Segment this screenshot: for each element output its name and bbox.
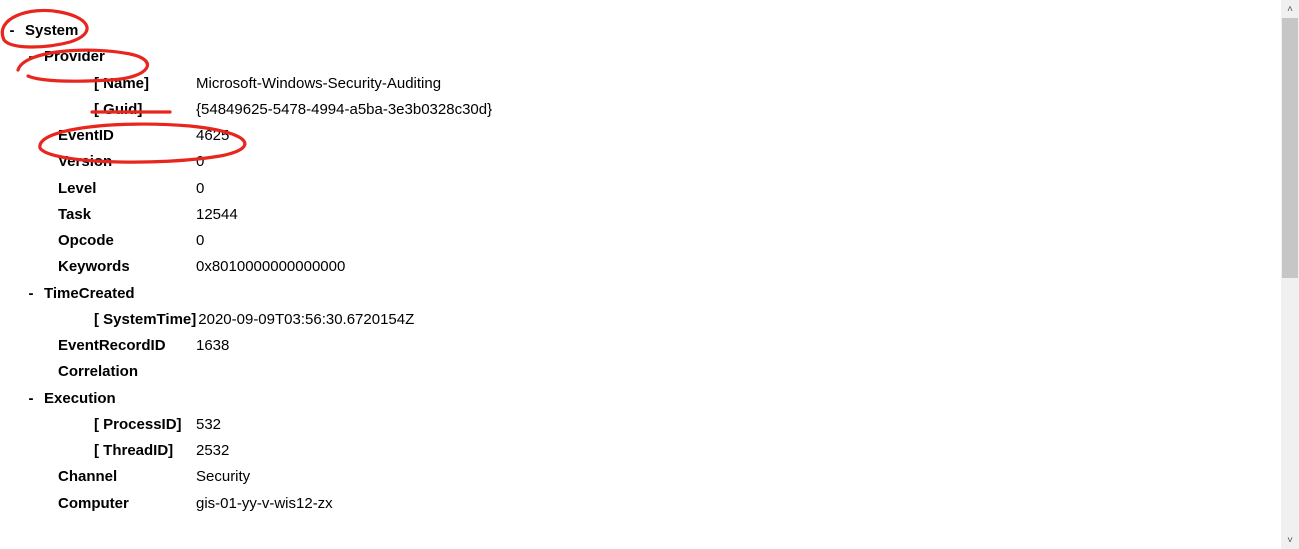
- minus-icon: -: [24, 44, 38, 70]
- level-label: Level: [0, 176, 196, 202]
- processid-value: 532: [196, 412, 221, 438]
- threadid-value: 2532: [196, 438, 229, 464]
- system-label: System: [25, 18, 78, 44]
- scrollbar-track[interactable]: ˄ ˅: [1281, 0, 1299, 549]
- system-node[interactable]: - System: [0, 18, 1279, 44]
- channel-row: Channel Security: [0, 464, 1279, 490]
- threadid-label: [ ThreadID]: [0, 438, 196, 464]
- content-area: - System - Provider [ Name] Microsoft-Wi…: [0, 0, 1279, 549]
- provider-guid-label: [ Guid]: [0, 97, 196, 123]
- chevron-down-icon: ˅: [1287, 535, 1293, 546]
- execution-node[interactable]: - Execution: [0, 386, 1279, 412]
- scrollbar-up-button[interactable]: ˄: [1281, 0, 1299, 18]
- provider-name-row: [ Name] Microsoft-Windows-Security-Audit…: [0, 71, 1279, 97]
- computer-label: Computer: [0, 491, 196, 517]
- opcode-value: 0: [196, 228, 204, 254]
- eventrecordid-row: EventRecordID 1638: [0, 333, 1279, 359]
- eventrecordid-value: 1638: [196, 333, 229, 359]
- provider-label: Provider: [44, 44, 105, 70]
- task-label: Task: [0, 202, 196, 228]
- channel-label: Channel: [0, 464, 196, 490]
- computer-value: gis-01-yy-v-wis12-zx: [196, 491, 333, 517]
- systemtime-value: 2020-09-09T03:56:30.6720154Z: [198, 307, 414, 333]
- minus-icon: -: [24, 386, 38, 412]
- minus-icon: -: [5, 18, 19, 44]
- task-row: Task 12544: [0, 202, 1279, 228]
- channel-value: Security: [196, 464, 250, 490]
- chevron-up-icon: ˄: [1287, 4, 1293, 15]
- timecreated-label: TimeCreated: [44, 281, 135, 307]
- computer-row: Computer gis-01-yy-v-wis12-zx: [0, 491, 1279, 517]
- task-value: 12544: [196, 202, 238, 228]
- level-value: 0: [196, 176, 204, 202]
- processid-label: [ ProcessID]: [0, 412, 196, 438]
- version-value: 0: [196, 149, 204, 175]
- event-xml-view: - System - Provider [ Name] Microsoft-Wi…: [0, 0, 1299, 549]
- provider-name-value: Microsoft-Windows-Security-Auditing: [196, 71, 441, 97]
- threadid-row: [ ThreadID] 2532: [0, 438, 1279, 464]
- minus-icon: -: [24, 281, 38, 307]
- timecreated-node[interactable]: - TimeCreated: [0, 281, 1279, 307]
- scrollbar-down-button[interactable]: ˅: [1281, 531, 1299, 549]
- opcode-label: Opcode: [0, 228, 196, 254]
- provider-guid-row: [ Guid] {54849625-5478-4994-a5ba-3e3b032…: [0, 97, 1279, 123]
- scrollbar-thumb[interactable]: [1282, 18, 1298, 278]
- version-label: Version: [0, 149, 196, 175]
- opcode-row: Opcode 0: [0, 228, 1279, 254]
- processid-row: [ ProcessID] 532: [0, 412, 1279, 438]
- provider-name-label: [ Name]: [0, 71, 196, 97]
- eventid-value: 4625: [196, 123, 229, 149]
- version-row: Version 0: [0, 149, 1279, 175]
- correlation-label: Correlation: [0, 359, 196, 385]
- systemtime-label: [ SystemTime]: [0, 307, 196, 333]
- systemtime-row: [ SystemTime] 2020-09-09T03:56:30.672015…: [0, 307, 1279, 333]
- execution-label: Execution: [44, 386, 116, 412]
- keywords-value: 0x8010000000000000: [196, 254, 345, 280]
- provider-node[interactable]: - Provider: [0, 44, 1279, 70]
- provider-guid-value: {54849625-5478-4994-a5ba-3e3b0328c30d}: [196, 97, 492, 123]
- eventid-row: EventID 4625: [0, 123, 1279, 149]
- keywords-row: Keywords 0x8010000000000000: [0, 254, 1279, 280]
- level-row: Level 0: [0, 176, 1279, 202]
- eventrecordid-label: EventRecordID: [0, 333, 196, 359]
- eventid-label: EventID: [0, 123, 196, 149]
- keywords-label: Keywords: [0, 254, 196, 280]
- correlation-row: Correlation: [0, 359, 1279, 385]
